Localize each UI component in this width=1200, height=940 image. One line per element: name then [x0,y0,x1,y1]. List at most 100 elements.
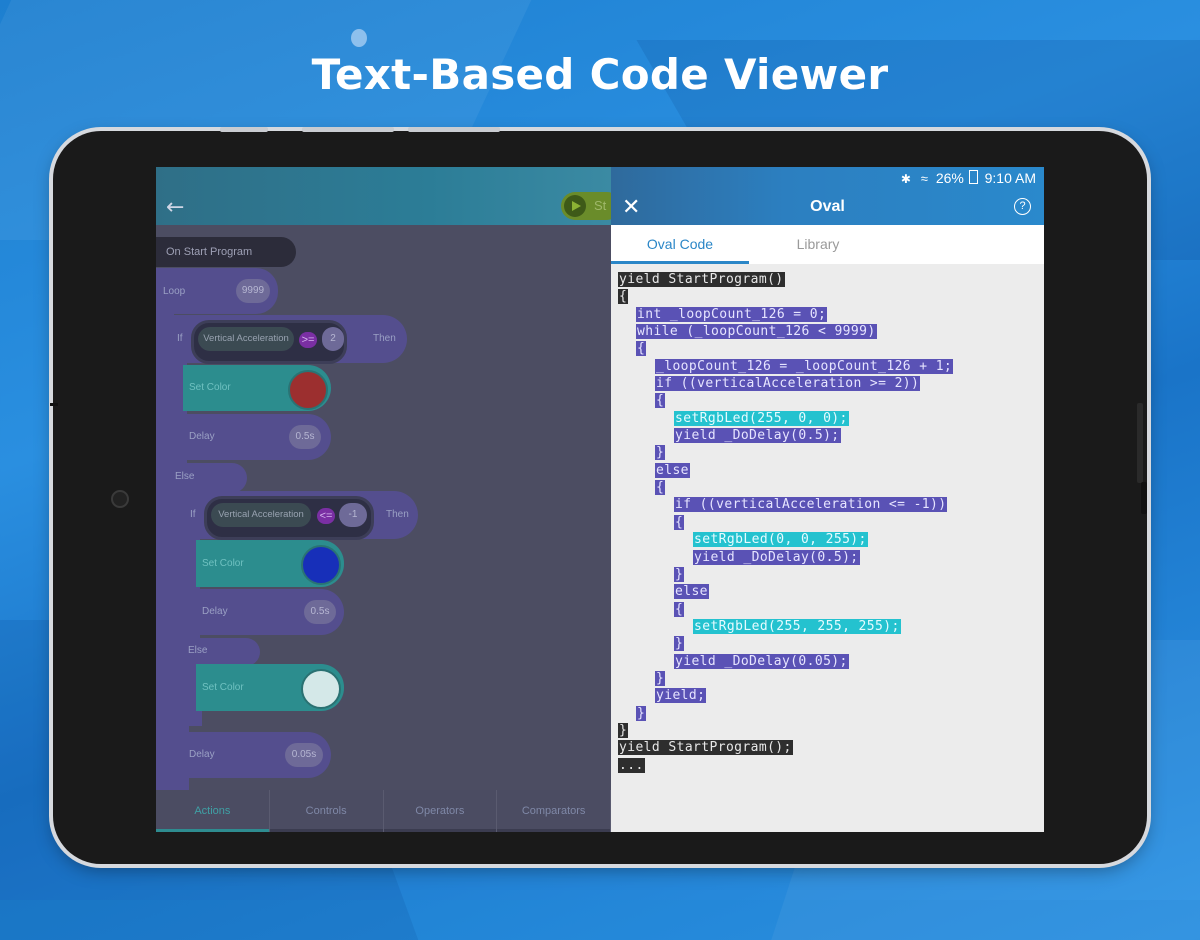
tab-actions[interactable]: Actions [156,790,270,832]
delay-label: Delay [202,606,228,617]
color-swatch[interactable] [301,545,341,585]
help-icon[interactable]: ? [1014,198,1031,215]
block-category-tabs: Actions Controls Operators Comparators [156,790,611,832]
tablet-button [408,127,500,132]
tablet-button [220,127,268,132]
background-dot [351,29,367,47]
tablet-side-mark [50,403,58,406]
app-bar: ✕ Oval ? [611,167,1044,225]
status-bar: ✱ ≈ 26% 9:10 AM [611,167,1044,191]
delay-label: Delay [189,749,215,760]
code-line: } [674,636,685,652]
code-line: while (_loopCount_126 < 9999) [636,324,877,340]
set-color-label: Set Color [202,682,244,693]
if-block[interactable]: If Vertical Acceleration <= -1 Then [184,491,418,540]
condition-operator: <= [317,508,335,524]
play-icon [564,195,586,217]
loop-count-value[interactable]: 9999 [236,279,270,303]
tab-comparators[interactable]: Comparators [497,790,611,832]
tab-controls[interactable]: Controls [269,790,384,832]
condition-slot[interactable]: Vertical Acceleration <= -1 [204,496,374,540]
start-button-label: St [594,198,607,213]
tablet-screen: ← St On Start Program Loop 9999 If Verti… [156,167,1044,832]
on-start-label: On Start Program [166,246,253,258]
code-line: yield _DoDelay(0.5); [693,549,860,565]
code-listing: yield StartProgram() { int _loopCount_12… [618,271,1038,774]
tablet-side-button [1137,403,1143,483]
delay-block[interactable]: Delay 0.05s [183,732,331,778]
back-arrow-icon[interactable]: ← [166,195,184,220]
tab-library[interactable]: Library [749,225,887,264]
code-line: yield StartProgram(); [618,740,793,756]
tablet-button [302,127,394,132]
code-line: yield StartProgram() [618,272,785,287]
set-color-block[interactable]: Set Color [196,540,344,587]
code-line: { [674,601,685,617]
tab-oval-code[interactable]: Oval Code [611,225,749,264]
loop-label: Loop [163,286,186,297]
code-line: } [674,566,685,582]
code-line: { [636,341,647,357]
battery-level: 26% [935,170,964,186]
condition-variable: Vertical Acceleration [198,327,294,351]
code-line: } [655,670,666,686]
if-label: If [177,333,183,344]
condition-slot[interactable]: Vertical Acceleration >= 2 [191,320,347,364]
delay-block[interactable]: Delay 0.5s [183,414,331,460]
loop-block[interactable]: Loop 9999 [156,268,278,314]
delay-block[interactable]: Delay 0.5s [196,589,344,635]
condition-value[interactable]: -1 [339,503,367,527]
set-color-label: Set Color [202,558,244,569]
if-label: If [190,509,196,520]
else-block[interactable]: Else [184,638,260,666]
code-line: if ((verticalAcceleration <= -1)) [674,497,948,513]
clock: 9:10 AM [984,170,1036,186]
code-viewer-panel: ✕ Oval ? ✱ ≈ 26% 9:10 AM Oval Code Libra… [611,167,1044,832]
headline: Text-Based Code Viewer [311,50,889,99]
tablet-side-button [1141,482,1147,514]
code-line: { [674,514,685,530]
delay-value[interactable]: 0.5s [304,600,336,624]
else-label: Else [188,645,208,656]
delay-label: Delay [189,431,215,442]
code-line: setRgbLed(0, 0, 255); [693,532,868,548]
app-title: Oval [810,198,845,215]
set-color-block[interactable]: Set Color [196,664,344,711]
delay-value[interactable]: 0.05s [285,743,323,767]
code-line: yield; [655,688,707,704]
code-line: yield _DoDelay(0.05); [674,653,849,669]
code-line: yield _DoDelay(0.5); [674,428,841,444]
editor-toolbar: ← St [156,167,621,225]
condition-operator: >= [299,332,317,348]
if-block[interactable]: If Vertical Acceleration >= 2 Then [171,315,407,364]
else-label: Else [175,471,195,482]
condition-variable: Vertical Acceleration [211,503,311,527]
then-label: Then [386,509,409,520]
set-color-label: Set Color [189,382,231,393]
code-line: _loopCount_126 = _loopCount_126 + 1; [655,358,954,374]
wifi-icon: ≈ [920,171,928,186]
code-line: else [655,462,690,478]
else-block[interactable]: Else [171,463,247,493]
on-start-block[interactable]: On Start Program [156,237,296,267]
code-line: { [655,480,666,496]
battery-icon [968,170,978,184]
code-tabs: Oval Code Library [611,225,1044,264]
then-label: Then [373,333,396,344]
set-color-block[interactable]: Set Color [183,365,331,411]
code-line: } [655,445,666,461]
code-line: } [618,722,629,738]
color-swatch[interactable] [301,669,341,709]
code-line: { [655,393,666,409]
bluetooth-icon: ✱ [900,172,911,186]
tab-operators[interactable]: Operators [383,790,498,832]
code-line: if ((verticalAcceleration >= 2)) [655,376,921,392]
block-editor: ← St On Start Program Loop 9999 If Verti… [156,167,621,832]
delay-value[interactable]: 0.5s [289,425,321,449]
code-line: } [636,705,647,721]
code-line: int _loopCount_126 = 0; [636,306,828,322]
color-swatch[interactable] [288,370,328,410]
condition-value[interactable]: 2 [322,327,344,351]
camera-icon [111,490,129,508]
code-line: { [618,289,629,305]
